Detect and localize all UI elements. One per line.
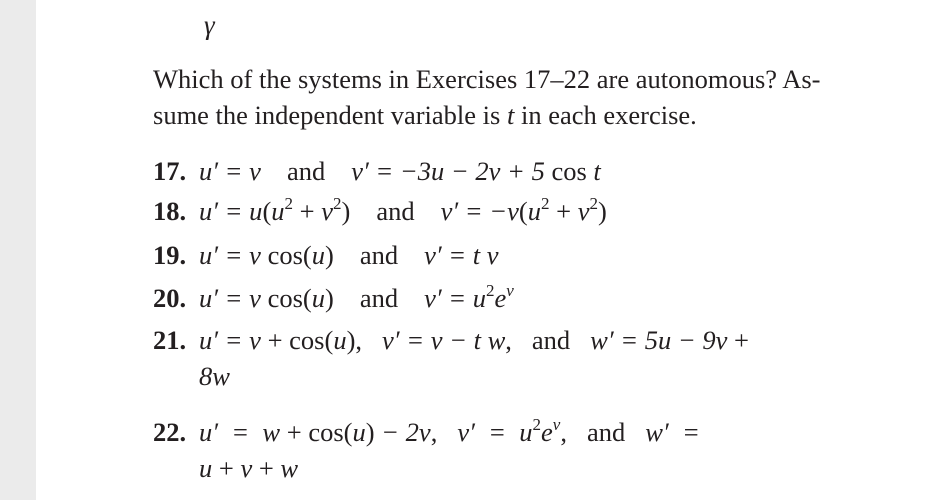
exercise-22: 22. u′ = w + cos(u) − 2v, v′ = u2ev, and w′ … bbox=[153, 414, 700, 486]
connective-and: and bbox=[359, 283, 399, 313]
instructions-text-end: in each exercise. bbox=[514, 100, 697, 130]
exercise-number: 20. bbox=[153, 283, 187, 313]
instructions-text: sume the independent variable is bbox=[153, 100, 507, 130]
exercise-20: 20. u′ = v cos(u) and v′ = u2ev bbox=[153, 280, 514, 316]
exercise-number: 21. bbox=[153, 325, 187, 355]
equation-u: u′ = u(u2 + v2) bbox=[199, 194, 351, 226]
equation-v: v′ = v − t w, bbox=[382, 325, 512, 355]
connective-and: and bbox=[586, 417, 626, 447]
equation-v: v′ = u2ev, bbox=[457, 415, 567, 447]
equation-u: u′ = v + cos(u), bbox=[199, 325, 363, 355]
equation-u: u′ = w + cos(u) − 2v, bbox=[199, 417, 438, 447]
equation-w-continuation: u + v + w bbox=[199, 453, 299, 483]
exercise-17: 17. u′ = v and v′ = −3u − 2v + 5 cos t bbox=[153, 153, 601, 189]
exercise-19: 19. u′ = v cos(u) and v′ = t v bbox=[153, 237, 499, 273]
exercise-number: 19. bbox=[153, 240, 187, 270]
equation-w: w′ = bbox=[645, 417, 700, 447]
equation-v: v′ = −3u − 2v + 5 cos t bbox=[351, 156, 601, 186]
equation-v: v′ = u2ev bbox=[424, 281, 514, 313]
exercise-number: 17. bbox=[153, 156, 187, 186]
connective-and: and bbox=[376, 196, 415, 226]
connective-and: and bbox=[286, 156, 326, 186]
exercise-number: 22. bbox=[153, 417, 187, 447]
connective-and: and bbox=[531, 325, 571, 355]
equation-v: v′ = −v(u2 + v2) bbox=[440, 194, 607, 226]
equation-w-continuation: 8w bbox=[199, 361, 230, 391]
exercise-21: 21. u′ = v + cos(u), v′ = v − t w, and w′ = … bbox=[153, 322, 749, 394]
instructions-line-1: Which of the systems in Exercises 17–22 … bbox=[153, 64, 821, 94]
equation-u: u′ = v cos(u) bbox=[199, 240, 334, 270]
connective-and: and bbox=[359, 240, 399, 270]
equation-w: w′ = 5u − 9v + bbox=[590, 325, 749, 355]
gamma-symbol-fragment: γ bbox=[204, 10, 215, 40]
instructions-line-2: sume the independent variable is t in ea… bbox=[153, 97, 933, 133]
exercise-18: 18. u′ = u(u2 + v2) and v′ = −v(u2 + v2) bbox=[153, 193, 607, 229]
exercise-number: 18. bbox=[153, 196, 187, 226]
exercise-instructions: Which of the systems in Exercises 17–22 … bbox=[153, 61, 933, 133]
page-margin-strip bbox=[0, 0, 36, 500]
equation-u: u′ = v bbox=[199, 156, 261, 186]
equation-u: u′ = v cos(u) bbox=[199, 283, 334, 313]
equation-v: v′ = t v bbox=[424, 240, 499, 270]
